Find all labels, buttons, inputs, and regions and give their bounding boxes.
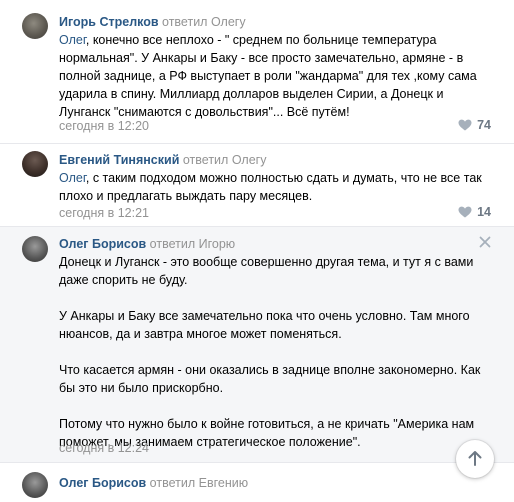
- comment-paragraph: Что касается армян - они оказались в зад…: [59, 363, 481, 395]
- comment-text: Донецк и Луганск - это вообще совершенно…: [59, 253, 494, 451]
- author-link[interactable]: Игорь Стрелков: [59, 15, 159, 29]
- heart-icon: [458, 206, 472, 218]
- comment-date[interactable]: сегодня в 12:20: [59, 118, 149, 134]
- like-count: 14: [477, 205, 491, 219]
- reply-label: ответил: [149, 476, 196, 490]
- comment-paragraph: У Анкары и Баку все замечательно пока чт…: [59, 309, 470, 341]
- close-icon[interactable]: [479, 236, 491, 248]
- comment-text: Олег, с таким подходом можно полностью с…: [59, 169, 494, 205]
- author-link[interactable]: Евгений Тинянский: [59, 153, 179, 167]
- comment-text: Олег, конечно все неплохо - " среднем по…: [59, 31, 494, 121]
- comment-body: Олег Борисов ответил Игорю Донецк и Луга…: [59, 235, 494, 451]
- comment-date[interactable]: сегодня в 12:21: [59, 205, 149, 221]
- comment-highlighted: Олег Борисов ответил Игорю Донецк и Луга…: [0, 226, 514, 462]
- comment-body: Евгений Тинянский ответил Олегу Олег, с …: [59, 151, 494, 205]
- comment-paragraph: Донецк и Луганск - это вообще совершенно…: [59, 255, 474, 287]
- reply-to-link[interactable]: Евгению: [199, 476, 248, 490]
- author-link[interactable]: Олег Борисов: [59, 476, 146, 490]
- mention-link[interactable]: Олег: [59, 33, 86, 47]
- like-button[interactable]: 74: [458, 118, 491, 132]
- avatar[interactable]: [22, 472, 48, 498]
- like-button[interactable]: 14: [458, 205, 491, 219]
- author-link[interactable]: Олег Борисов: [59, 237, 146, 251]
- mention-link[interactable]: Олег: [59, 171, 86, 185]
- reply-label: ответил: [162, 15, 208, 29]
- comment-header: Олег Борисов ответил Игорю: [59, 235, 494, 253]
- like-count: 74: [477, 118, 491, 132]
- comment: Олег Борисов ответил Евгению: [0, 462, 514, 502]
- reply-to-link[interactable]: Игорю: [199, 237, 236, 251]
- heart-icon: [458, 119, 472, 131]
- avatar[interactable]: [22, 236, 48, 262]
- comment-body: Олег Борисов ответил Евгению: [59, 474, 494, 492]
- comment-header: Олег Борисов ответил Евгению: [59, 474, 494, 492]
- scroll-to-top-button[interactable]: [456, 440, 494, 478]
- arrow-up-icon: [468, 450, 482, 469]
- comment-text-content: , с таким подходом можно полностью сдать…: [59, 171, 482, 203]
- comment-text-content: , конечно все неплохо - " среднем по бол…: [59, 33, 477, 119]
- comment-header: Игорь Стрелков ответил Олегу: [59, 13, 494, 31]
- reply-label: ответил: [182, 153, 229, 167]
- reply-to-link[interactable]: Олегу: [232, 153, 267, 167]
- comment-header: Евгений Тинянский ответил Олегу: [59, 151, 494, 169]
- avatar[interactable]: [22, 13, 48, 39]
- comment: Евгений Тинянский ответил Олегу Олег, с …: [0, 143, 514, 226]
- reply-label: ответил: [149, 237, 196, 251]
- avatar[interactable]: [22, 151, 48, 177]
- reply-to-link[interactable]: Олегу: [211, 15, 246, 29]
- comment: Игорь Стрелков ответил Олегу Олег, конеч…: [0, 0, 514, 143]
- comment-body: Игорь Стрелков ответил Олегу Олег, конеч…: [59, 13, 494, 121]
- comment-date[interactable]: сегодня в 12:24: [59, 440, 149, 456]
